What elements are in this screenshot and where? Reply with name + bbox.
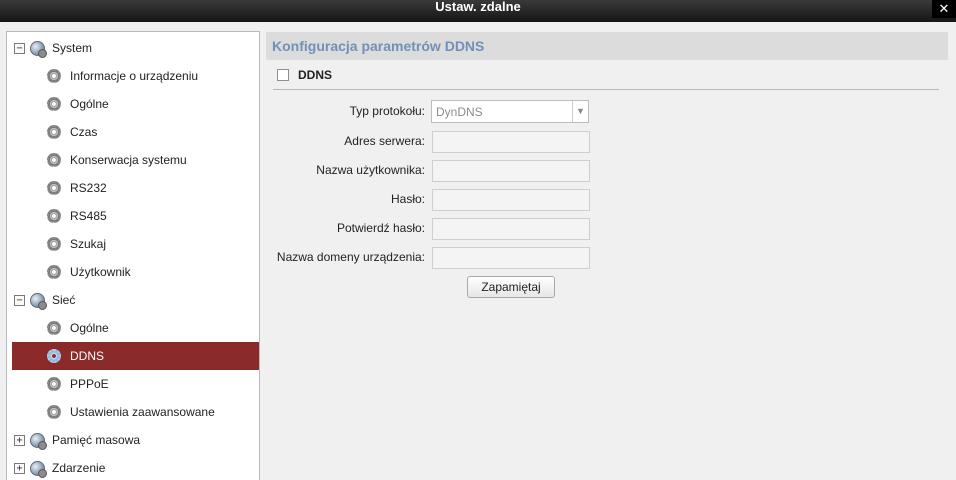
password-label: Hasło: xyxy=(390,192,425,206)
tree-node-storage[interactable]: + Pamięć masowa xyxy=(7,426,259,454)
gear-icon xyxy=(47,321,61,335)
password-input[interactable] xyxy=(432,189,590,211)
server-label: Adres serwera: xyxy=(344,134,425,148)
confirm-password-input[interactable] xyxy=(432,218,590,240)
tree-item-time[interactable]: Czas xyxy=(7,118,259,146)
chevron-down-icon[interactable]: ▼ xyxy=(572,101,588,122)
globe-icon xyxy=(30,40,47,58)
expand-icon[interactable]: + xyxy=(14,462,25,474)
tree-item-label: DDNS xyxy=(70,349,105,363)
tree-item-label: Ogólne xyxy=(70,321,109,335)
globe-icon xyxy=(30,432,47,450)
tree-item-pppoe[interactable]: PPPoE xyxy=(7,370,259,398)
tree-item-device-info[interactable]: Informacje o urządzeniu xyxy=(7,62,259,90)
gear-icon xyxy=(47,405,61,419)
tree-node-event[interactable]: + Zdarzenie xyxy=(7,454,259,480)
tree-node-label: Sieć xyxy=(52,293,76,307)
ddns-checkbox[interactable] xyxy=(277,69,289,81)
gear-icon xyxy=(47,377,61,391)
protocol-select-value: DynDNS xyxy=(436,104,483,119)
gear-icon xyxy=(47,237,61,251)
tree-item-user[interactable]: Użytkownik xyxy=(7,258,259,286)
tree-item-ddns[interactable]: DDNS xyxy=(12,342,259,370)
tree-item-label: RS232 xyxy=(70,181,107,195)
gear-icon xyxy=(47,265,61,279)
username-label: Nazwa użytkownika: xyxy=(316,163,425,177)
tree-item-maintenance[interactable]: Konserwacja systemu xyxy=(7,146,259,174)
tree-node-system[interactable]: − System xyxy=(7,34,259,62)
gear-icon xyxy=(47,97,61,111)
collapse-icon[interactable]: − xyxy=(14,294,25,306)
tree-item-label: Ogólne xyxy=(70,97,109,111)
tree-item-label: Ustawienia zaawansowane xyxy=(70,405,215,419)
tree-item-label: Użytkownik xyxy=(70,265,131,279)
ddns-enable-row[interactable]: DDNS xyxy=(277,68,332,82)
window-titlebar: Ustaw. zdalne ✕ xyxy=(0,0,956,22)
protocol-label: Typ protokołu: xyxy=(349,104,425,118)
tree-item-label: Szukaj xyxy=(70,237,107,251)
username-input[interactable] xyxy=(432,160,590,182)
tree-item-label: Konserwacja systemu xyxy=(70,153,187,167)
protocol-select[interactable]: DynDNS ▼ xyxy=(431,100,589,123)
tree-node-label: Zdarzenie xyxy=(52,461,106,475)
server-address-input[interactable] xyxy=(432,131,590,153)
tree-item-label: Czas xyxy=(70,125,98,139)
confirm-password-label: Potwierdź hasło: xyxy=(336,221,425,235)
tree-item-general[interactable]: Ogólne xyxy=(7,90,259,118)
tree-item-rs232[interactable]: RS232 xyxy=(7,174,259,202)
window-title: Ustaw. zdalne xyxy=(435,0,521,14)
gear-icon xyxy=(47,181,61,195)
gear-icon xyxy=(47,125,61,139)
domain-label: Nazwa domeny urządzenia: xyxy=(276,250,425,264)
tree-item-label: PPPoE xyxy=(70,377,109,391)
tree-node-network[interactable]: − Sieć xyxy=(7,286,259,314)
tree-item-network-general[interactable]: Ogólne xyxy=(7,314,259,342)
tree-item-label: Informacje o urządzeniu xyxy=(70,69,199,83)
panel-title: Konfiguracja parametrów DDNS xyxy=(266,32,948,60)
expand-icon[interactable]: + xyxy=(14,434,25,446)
globe-icon xyxy=(30,460,47,478)
divider xyxy=(273,89,939,90)
gear-icon xyxy=(47,349,61,363)
tree-item-search[interactable]: Szukaj xyxy=(7,230,259,258)
globe-icon xyxy=(30,292,47,310)
save-button[interactable]: Zapamiętaj xyxy=(467,276,555,298)
device-domain-input[interactable] xyxy=(432,247,590,269)
tree-item-label: RS485 xyxy=(70,209,107,223)
gear-icon xyxy=(47,209,61,223)
tree-item-rs485[interactable]: RS485 xyxy=(7,202,259,230)
close-icon[interactable]: ✕ xyxy=(932,0,956,18)
gear-icon xyxy=(47,69,61,83)
gear-icon xyxy=(47,153,61,167)
tree-node-label: System xyxy=(52,41,93,55)
ddns-checkbox-label: DDNS xyxy=(298,68,333,82)
tree-item-advanced[interactable]: Ustawienia zaawansowane xyxy=(7,398,259,426)
tree-node-label: Pamięć masowa xyxy=(52,433,141,447)
collapse-icon[interactable]: − xyxy=(14,42,25,54)
settings-tree: − System Informacje o urządzeniu Ogólne … xyxy=(6,31,260,480)
